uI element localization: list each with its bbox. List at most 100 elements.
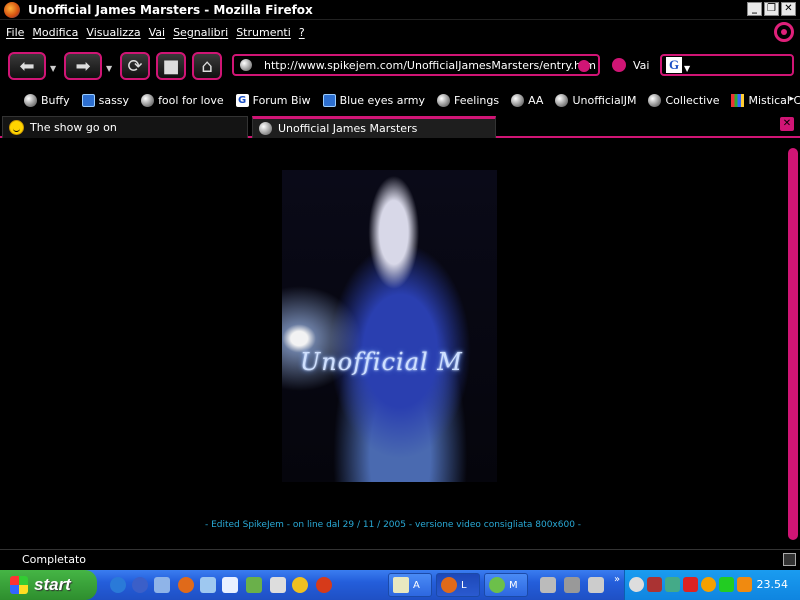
tab-unofficial-james-marsters[interactable]: Unofficial James Marsters xyxy=(252,116,496,138)
minimize-button[interactable]: _ xyxy=(747,2,762,16)
url-text[interactable]: http://www.spikejem.com/UnofficialJamesM… xyxy=(264,59,596,72)
window-controls: _ ❐ ✕ xyxy=(747,2,796,16)
url-history-dropdown-icon[interactable] xyxy=(578,60,590,72)
start-button[interactable]: start xyxy=(0,570,97,600)
taskbar-expand-icon[interactable]: » xyxy=(614,574,620,585)
bookmark-fool-for-love[interactable]: fool for love xyxy=(141,93,224,107)
bookmark-collective[interactable]: Collective xyxy=(648,93,719,107)
menu-strumenti[interactable]: Strumenti xyxy=(236,26,291,39)
tray-network-icon[interactable] xyxy=(665,577,680,592)
calculator-icon[interactable] xyxy=(270,577,286,593)
status-bar: Completato xyxy=(0,549,800,569)
menu-file[interactable]: File xyxy=(6,26,24,39)
menu-visualizza[interactable]: Visualizza xyxy=(86,26,140,39)
bookmark-label: sassy xyxy=(98,93,130,107)
globe-icon xyxy=(259,122,272,135)
bookmark-blue-eyes-army[interactable]: Blue eyes army xyxy=(322,93,425,107)
stop-button[interactable]: ■ xyxy=(156,52,186,80)
start-label: start xyxy=(34,575,71,594)
messenger-icon[interactable] xyxy=(200,577,216,593)
menu-vai[interactable]: Vai xyxy=(149,26,165,39)
tab-the-show-go-on[interactable]: The show go on xyxy=(2,116,248,138)
menu-segnalibri[interactable]: Segnalibri xyxy=(173,26,228,39)
globe-icon xyxy=(437,93,451,107)
internet-explorer-icon[interactable] xyxy=(110,577,126,593)
search-engine-dropdown-icon[interactable]: ▼ xyxy=(684,64,690,73)
bookmark-label: Feelings xyxy=(454,93,500,107)
taskbar-window-a[interactable]: A xyxy=(388,573,432,597)
more-bookmarks-chevron-icon[interactable]: ▸ xyxy=(789,94,794,104)
restore-button[interactable]: ❐ xyxy=(764,2,779,16)
bookmark-sassy[interactable]: sassy xyxy=(81,93,130,107)
bookmark-label: Buffy xyxy=(41,93,70,107)
back-history-dropdown-icon[interactable]: ▼ xyxy=(50,64,56,73)
site-globe-icon xyxy=(240,59,252,71)
notepad-icon xyxy=(393,577,409,593)
media-player-icon[interactable] xyxy=(132,577,148,593)
printer-icon[interactable] xyxy=(564,577,580,593)
menu-bar: File Modifica Visualizza Vai Segnalibri … xyxy=(0,21,800,43)
google-search-engine-icon[interactable]: G xyxy=(666,57,682,73)
flash-icon[interactable] xyxy=(316,577,332,593)
bookmark-buffy[interactable]: Buffy xyxy=(24,93,70,107)
clock[interactable]: 23.54 xyxy=(757,578,789,591)
usb-device-icon[interactable] xyxy=(540,577,556,593)
bookmark-label: Forum Biw xyxy=(252,93,311,107)
bookmark-unofficialjm[interactable]: UnofficialJM xyxy=(555,93,636,107)
google-icon: G xyxy=(235,93,249,107)
go-button-label[interactable]: Vai xyxy=(633,59,649,72)
blue-square-icon xyxy=(81,93,95,107)
network-share-icon[interactable] xyxy=(588,577,604,593)
menu-help[interactable]: ? xyxy=(299,26,305,39)
document-icon[interactable] xyxy=(222,577,238,593)
media-icon xyxy=(489,577,505,593)
entry-photo[interactable]: Unofficial M xyxy=(282,170,497,482)
window-titlebar: Unofficial James Marsters - Mozilla Fire… xyxy=(0,0,800,20)
menu-modifica[interactable]: Modifica xyxy=(32,26,78,39)
firefox-icon[interactable] xyxy=(4,1,20,18)
forward-history-dropdown-icon[interactable]: ▼ xyxy=(106,64,112,73)
system-tray: 23.54 xyxy=(624,570,800,600)
bookmark-feelings[interactable]: Feelings xyxy=(437,93,500,107)
status-resize-icon xyxy=(783,553,796,566)
window-title: Unofficial James Marsters - Mozilla Fire… xyxy=(28,2,313,17)
reload-button[interactable]: ⟳ xyxy=(120,52,150,80)
go-icon[interactable] xyxy=(612,58,626,72)
mail-icon[interactable] xyxy=(737,577,752,592)
firefox-quicklaunch-icon[interactable] xyxy=(178,577,194,593)
tray-back-icon[interactable] xyxy=(629,577,644,592)
task-label: M xyxy=(509,579,518,591)
kaspersky-icon[interactable] xyxy=(683,577,698,592)
home-button[interactable]: ⌂ xyxy=(192,52,222,80)
globe-icon xyxy=(555,93,569,107)
globe-icon xyxy=(648,93,662,107)
firefox-icon xyxy=(441,577,457,593)
page-caption: - Edited SpikeJem - on line dal 29 / 11 … xyxy=(204,520,582,530)
bars-icon xyxy=(731,93,745,107)
taskbar-window-firefox[interactable]: L xyxy=(436,573,480,597)
play-icon[interactable] xyxy=(719,577,734,592)
tab-strip: The show go on Unofficial James Marsters… xyxy=(0,114,800,138)
site-logo-text: Unofficial M xyxy=(300,348,463,376)
blue-square-icon xyxy=(322,93,336,107)
search-bar[interactable]: G ▼ xyxy=(660,54,794,76)
stop-icon: ■ xyxy=(162,55,180,77)
back-button[interactable]: ⬅ xyxy=(8,52,46,80)
close-tab-icon[interactable]: ✕ xyxy=(780,117,794,131)
home-icon: ⌂ xyxy=(201,55,213,77)
google-quicklaunch-icon[interactable] xyxy=(154,577,170,593)
messenger-status-icon[interactable] xyxy=(701,577,716,592)
winamp-icon[interactable] xyxy=(292,577,308,593)
bookmark-aa[interactable]: AA xyxy=(511,93,543,107)
network-icon[interactable] xyxy=(246,577,262,593)
forward-button[interactable]: ➡ xyxy=(64,52,102,80)
throbber-icon xyxy=(774,22,794,42)
close-window-button[interactable]: ✕ xyxy=(781,2,796,16)
tray-app-icon[interactable] xyxy=(647,577,662,592)
taskbar-window-m[interactable]: M xyxy=(484,573,528,597)
address-bar[interactable]: http://www.spikejem.com/UnofficialJamesM… xyxy=(232,54,600,76)
navigation-toolbar: ⬅ ▼ ➡ ▼ ⟳ ■ ⌂ http://www.spikejem.com/Un… xyxy=(0,44,800,86)
scrollbar-thumb[interactable] xyxy=(788,148,798,540)
vertical-scrollbar[interactable] xyxy=(786,140,800,548)
bookmark-forum-biw[interactable]: G Forum Biw xyxy=(235,93,311,107)
